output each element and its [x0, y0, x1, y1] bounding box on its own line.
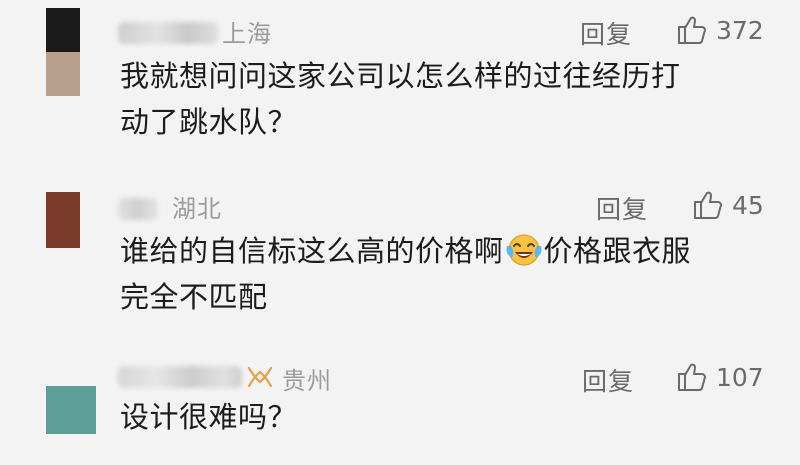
comment-text-line: 我就想问问这家公司以怎么样的过往经历打: [120, 59, 681, 93]
comment-text-line: 设计很难吗？: [120, 400, 298, 434]
location-label: 湖北: [172, 195, 222, 223]
comment-item-1: 上海 回复 372 我就想问问这家公司以怎么样的过往经历打 动了跳水队？: [0, 0, 800, 160]
avatar[interactable]: [46, 192, 80, 248]
badge-icon: [247, 366, 273, 388]
like-count: 107: [716, 362, 764, 392]
username-blurred[interactable]: [118, 22, 218, 44]
username-blurred[interactable]: [118, 198, 158, 220]
thumbs-up-icon: [678, 16, 706, 44]
location-label: 上海: [222, 20, 272, 48]
reply-button[interactable]: 回复: [580, 15, 632, 51]
crying-laughing-emoji: [506, 234, 541, 266]
comment-item-2: 湖北 回复 45 谁给的自信标这么高的价格啊 价格跟衣服 完全不匹配: [0, 180, 800, 330]
reply-button[interactable]: 回复: [596, 190, 648, 226]
comment-text-line: 动了跳水队？: [120, 105, 298, 139]
comment-text: 设计很难吗？: [120, 394, 297, 440]
comment-text: 谁给的自信标这么高的价格啊 价格跟衣服 完全不匹配: [120, 228, 691, 320]
avatar[interactable]: [46, 8, 80, 96]
avatar[interactable]: [46, 386, 96, 434]
like-button[interactable]: 45: [692, 189, 764, 221]
like-button[interactable]: 107: [676, 361, 764, 393]
thumbs-up-icon: [694, 191, 722, 219]
like-count: 372: [716, 15, 764, 45]
like-button[interactable]: 372: [676, 14, 764, 46]
comment-text-line: 谁给的自信标这么高的价格啊 价格跟衣服: [120, 228, 691, 274]
like-count: 45: [732, 190, 764, 220]
comment-text-segment: 价格跟衣服: [543, 234, 692, 268]
username-blurred[interactable]: [118, 366, 242, 388]
comment-text-line: 完全不匹配: [120, 280, 268, 314]
thumbs-up-icon: [678, 363, 706, 391]
comment-text: 我就想问问这家公司以怎么样的过往经历打 动了跳水队？: [120, 53, 681, 145]
comment-item-3: 贵州 回复 107 设计很难吗？: [0, 350, 800, 465]
reply-button[interactable]: 回复: [582, 362, 634, 398]
comment-text-segment: 谁给的自信标这么高的价格啊: [120, 234, 504, 268]
location-label: 贵州: [282, 367, 332, 395]
